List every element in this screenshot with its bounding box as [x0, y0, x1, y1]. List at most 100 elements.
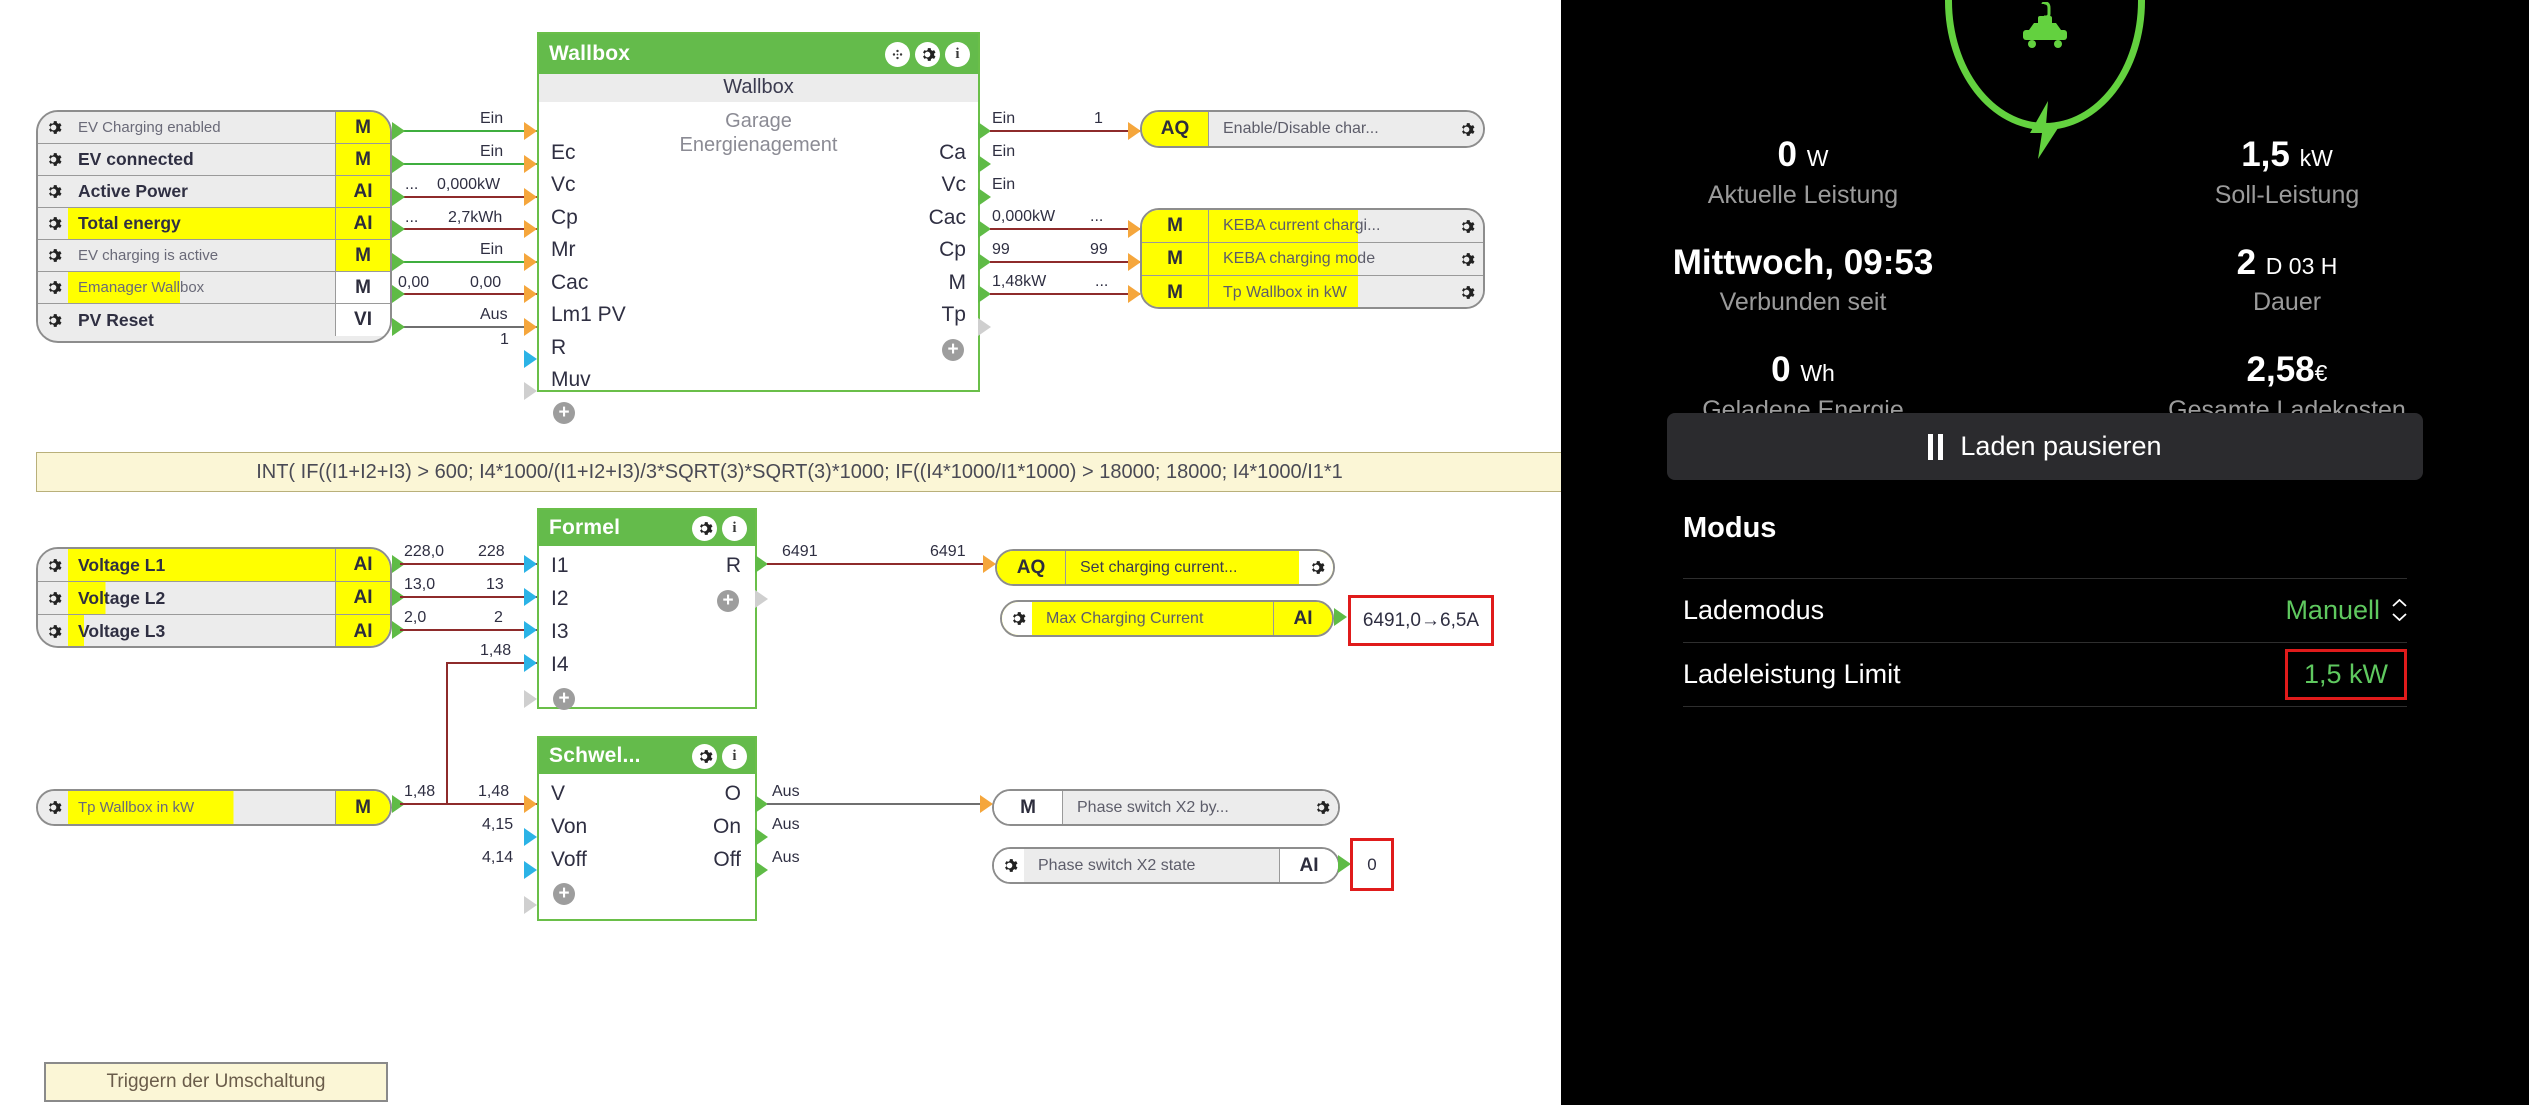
gear-icon[interactable]: [915, 41, 940, 67]
source-max-charging-current[interactable]: Max Charging Current AI: [1000, 600, 1334, 637]
port-in-new[interactable]: [524, 690, 537, 708]
chevron-updown-icon[interactable]: [2392, 599, 2407, 621]
target-set-charging-current[interactable]: AQ Set charging current...: [995, 549, 1335, 586]
info-icon[interactable]: i: [945, 41, 970, 67]
port-out-new[interactable]: [755, 590, 768, 608]
gear-icon[interactable]: [38, 304, 68, 336]
port-in[interactable]: [524, 285, 537, 303]
setting-row-ladeleistung-limit[interactable]: Ladeleistung Limit 1,5 kW: [1683, 642, 2407, 706]
port-out[interactable]: [978, 155, 991, 173]
list-item[interactable]: Voltage L1 AI: [38, 549, 390, 582]
port-target-in[interactable]: [980, 795, 993, 813]
wallbox-block-header[interactable]: Wallbox i: [539, 34, 978, 74]
list-item[interactable]: M KEBA current chargi...: [1142, 210, 1483, 243]
gear-icon[interactable]: [38, 272, 68, 303]
formel-function-block[interactable]: Formel i I1 I2 I3 I4 + R +: [537, 508, 757, 710]
port-in[interactable]: [524, 555, 537, 573]
port-out[interactable]: [978, 188, 991, 206]
port-in[interactable]: [524, 588, 537, 606]
gear-icon[interactable]: [38, 615, 68, 646]
gear-icon[interactable]: [38, 208, 68, 239]
list-item[interactable]: Tp Wallbox in kW M: [38, 791, 390, 824]
gear-icon[interactable]: [1449, 210, 1483, 242]
port-out[interactable]: [755, 828, 768, 846]
wallbox-function-block[interactable]: Wallbox i Wallbox Garage Energienagement…: [537, 32, 980, 424]
list-item[interactable]: Emanager Wallbox M: [38, 272, 390, 304]
list-item[interactable]: AQ Enable/Disable char...: [1142, 112, 1483, 146]
formel-block-header[interactable]: Formel i: [539, 510, 755, 546]
logic-editor-canvas[interactable]: Ein Ein ... 0,000kW ... 2,7kWh Ein 0,00 …: [0, 0, 1561, 1105]
target-enable-disable-charging[interactable]: AQ Enable/Disable char...: [1140, 110, 1485, 148]
list-item[interactable]: PV Reset VI: [38, 304, 390, 336]
source-group-inputs[interactable]: EV Charging enabled M EV connected M Act…: [36, 110, 392, 343]
gear-icon[interactable]: [1449, 112, 1483, 146]
gear-icon[interactable]: [38, 582, 68, 614]
list-item[interactable]: Max Charging Current AI: [1002, 602, 1332, 635]
target-phase-switch-x2-by[interactable]: M Phase switch X2 by...: [992, 789, 1340, 826]
source-group-voltage[interactable]: Voltage L1 AI Voltage L2 AI Voltage L3 A…: [36, 547, 392, 648]
setting-row-lademodus[interactable]: Lademodus Manuell: [1683, 578, 2407, 642]
gear-icon[interactable]: [1449, 276, 1483, 307]
gear-icon[interactable]: [1449, 243, 1483, 275]
list-item[interactable]: Active Power AI: [38, 176, 390, 208]
port-in[interactable]: [524, 795, 537, 813]
wallbox-add-input-button[interactable]: +: [553, 402, 575, 424]
schwell-add-input-button[interactable]: +: [553, 883, 575, 905]
gear-icon[interactable]: [692, 515, 717, 541]
port-in-new[interactable]: [524, 382, 537, 400]
schwell-block-header[interactable]: Schwel... i: [539, 738, 755, 774]
list-item[interactable]: M KEBA charging mode: [1142, 243, 1483, 276]
port-in[interactable]: [524, 621, 537, 639]
info-icon[interactable]: i: [722, 743, 747, 769]
port-in[interactable]: [524, 828, 537, 846]
list-item[interactable]: Phase switch X2 state AI: [994, 849, 1338, 882]
trigger-umschaltung-button[interactable]: Triggern der Umschaltung: [44, 1062, 388, 1102]
schwellwert-function-block[interactable]: Schwel... i V Von Voff + O On Off: [537, 736, 757, 921]
gear-icon[interactable]: [38, 176, 68, 207]
port-in[interactable]: [524, 220, 537, 238]
wallbox-add-output-button[interactable]: +: [942, 339, 964, 361]
list-item[interactable]: Voltage L2 AI: [38, 582, 390, 615]
port-in[interactable]: [524, 188, 537, 206]
list-item[interactable]: AQ Set charging current...: [997, 551, 1333, 584]
move-icon[interactable]: [885, 41, 910, 67]
formel-add-output-button[interactable]: +: [717, 590, 739, 612]
list-item[interactable]: M Tp Wallbox in kW: [1142, 276, 1483, 307]
port-in[interactable]: [524, 253, 537, 271]
port-out[interactable]: [392, 285, 405, 303]
port-out-new[interactable]: [978, 318, 991, 336]
source-phase-switch-x2-state[interactable]: Phase switch X2 state AI: [992, 847, 1340, 884]
port-in[interactable]: [524, 318, 537, 336]
port-in-muv[interactable]: [524, 350, 537, 368]
gear-icon[interactable]: [38, 791, 68, 824]
gear-icon[interactable]: [38, 240, 68, 271]
setting-value-wrap[interactable]: Manuell: [2285, 595, 2407, 626]
port-in[interactable]: [524, 122, 537, 140]
source-tp-wallbox[interactable]: Tp Wallbox in kW M: [36, 789, 392, 826]
gear-icon[interactable]: [38, 144, 68, 175]
port-in[interactable]: [524, 861, 537, 879]
port-out[interactable]: [392, 188, 405, 206]
list-item[interactable]: EV Charging enabled M: [38, 112, 390, 144]
list-item[interactable]: EV connected M: [38, 144, 390, 176]
gear-icon[interactable]: [38, 112, 68, 143]
port-out[interactable]: [755, 861, 768, 879]
list-item[interactable]: EV charging is active M: [38, 240, 390, 272]
port-in-new[interactable]: [524, 896, 537, 914]
formula-bar[interactable]: INT( IF((I1+I2+I3) > 600; I4*1000/(I1+I2…: [36, 452, 1561, 492]
list-item[interactable]: M Phase switch X2 by...: [994, 791, 1338, 824]
port-out[interactable]: [1334, 608, 1347, 626]
list-item[interactable]: Total energy AI: [38, 208, 390, 240]
target-group-keba[interactable]: M KEBA current chargi... M KEBA charging…: [1140, 208, 1485, 309]
port-target-in[interactable]: [983, 555, 996, 573]
info-icon[interactable]: i: [722, 515, 747, 541]
port-in[interactable]: [524, 654, 537, 672]
ladeleistung-limit-value[interactable]: 1,5 kW: [2284, 648, 2407, 700]
port-out[interactable]: [392, 220, 405, 238]
port-out[interactable]: [392, 155, 405, 173]
gear-icon[interactable]: [1304, 791, 1338, 824]
port-target-in[interactable]: [1128, 122, 1141, 140]
formel-add-input-button[interactable]: +: [553, 688, 575, 710]
gear-icon[interactable]: [1299, 551, 1333, 584]
port-out[interactable]: [392, 318, 405, 336]
